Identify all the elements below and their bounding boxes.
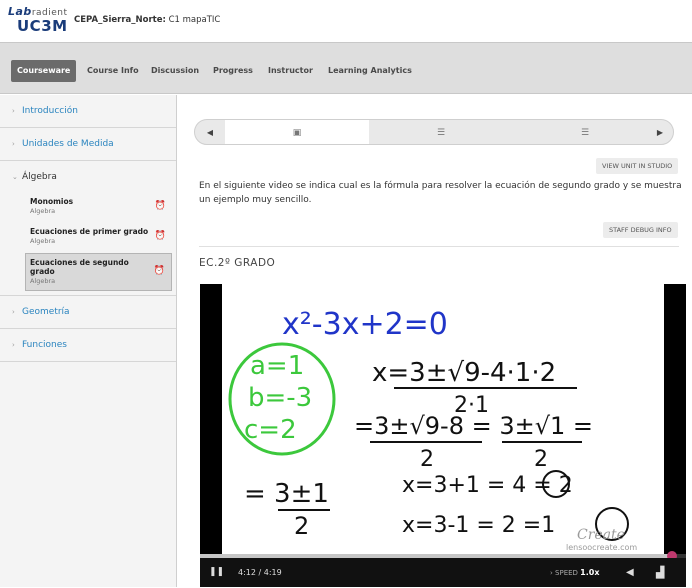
video-controls: ❚❚ 4:12 / 4:19 › SPEED 1.0x ◀ ▟ (200, 558, 686, 587)
site-header: Labradient UC3M CEPA_Sierra_Norte: C1 ma… (0, 0, 692, 42)
tab-discussion[interactable]: Discussion (145, 60, 205, 82)
sidebar-section-label: Funciones (22, 340, 67, 350)
sidebar-section-algebra: ⌄ Álgebra Monomios Algebra ⏰ Ecuaciones … (0, 161, 176, 296)
fullscreen-icon[interactable]: ▟ (656, 558, 664, 587)
sidebar-section-label: Álgebra (22, 172, 57, 182)
equation-top: x²-3x+2=0 (282, 307, 448, 342)
sequence-tab-text-1[interactable]: ☰ (369, 120, 513, 144)
tab-instructor[interactable]: Instructor (262, 60, 319, 82)
sidebar-item-title: Ecuaciones de primer grado (30, 227, 149, 236)
sidebar-section-header[interactable]: › Funciones (0, 329, 176, 361)
coef-a: a=1 (250, 351, 304, 381)
formula-line-1: x=3±√9-4·1·2 (372, 358, 556, 388)
chevron-right-icon: › (12, 341, 15, 349)
text-document-icon: ☰ (580, 128, 590, 138)
speed-control[interactable]: › SPEED 1.0x (550, 558, 600, 587)
unit-title: EC.2º GRADO (199, 257, 276, 269)
sequence-tab-text-2[interactable]: ☰ (513, 120, 657, 144)
logo-text-uc3m: UC3M (17, 17, 68, 35)
sidebar-section-header[interactable]: › Geometría (0, 296, 176, 328)
formula-denominator: 2 (420, 447, 434, 472)
sequence-next-button[interactable]: ▶ (645, 120, 673, 144)
alarm-clock-icon: ⏰ (154, 201, 166, 211)
divider (199, 246, 679, 247)
sidebar-item-subtitle: Algebra (30, 277, 56, 285)
chevron-right-icon: › (12, 308, 15, 316)
speed-value: 1.0x (580, 568, 600, 577)
unit-description: En el siguiente video se indica cual es … (199, 181, 682, 205)
sequence-prev-button[interactable]: ◀ (195, 120, 225, 144)
speed-label: SPEED (555, 569, 578, 577)
video-frame[interactable]: x²-3x+2=0 a=1 b=-3 c=2 x=3±√9-4·1·2 2·1 … (222, 284, 664, 554)
coef-c: c=2 (244, 415, 297, 445)
volume-icon[interactable]: ◀ (626, 558, 634, 587)
chevron-right-icon: › (12, 140, 15, 148)
video-player[interactable]: x²-3x+2=0 a=1 b=-3 c=2 x=3±√9-4·1·2 2·1 … (200, 284, 686, 587)
tab-courseware[interactable]: Courseware (11, 60, 77, 82)
sidebar-section-funciones: › Funciones (0, 329, 176, 362)
video-icon: ▣ (292, 128, 302, 138)
whiteboard-drawing: x²-3x+2=0 a=1 b=-3 c=2 x=3±√9-4·1·2 2·1 … (228, 307, 637, 552)
formula-line-3: = 3±1 (244, 479, 329, 509)
tab-progress[interactable]: Progress (207, 60, 259, 82)
sidebar-section-header[interactable]: › Unidades de Medida (0, 128, 176, 160)
sidebar-section-header[interactable]: › Introducción (0, 95, 176, 127)
pause-button[interactable]: ❚❚ (209, 558, 224, 587)
alarm-clock-icon: ⏰ (154, 231, 166, 241)
solution-2: x=3-1 = 2 =1 (402, 513, 555, 538)
watermark-url: lensoocreate.com (566, 543, 637, 552)
sidebar-item-title: Ecuaciones de segundo grado (30, 258, 129, 276)
sidebar-item-subtitle: Algebra (30, 237, 56, 245)
watermark-logo: Create (577, 527, 625, 543)
sequence-tab-video[interactable]: ▣ (225, 120, 369, 144)
course-nav: Courseware Course Info Discussion Progre… (0, 42, 692, 94)
sidebar-item-monomios[interactable]: Monomios Algebra ⏰ (26, 193, 172, 223)
sidebar-section-label: Geometría (22, 307, 70, 317)
formula-line-2: =3±√9-8 = 3±√1 = (354, 412, 593, 440)
course-org: CEPA_Sierra_Norte: (74, 15, 166, 25)
sidebar-section-unidades: › Unidades de Medida (0, 128, 176, 161)
sidebar-section-header[interactable]: ⌄ Álgebra (0, 161, 176, 193)
alarm-clock-icon: ⏰ (153, 266, 165, 276)
unit-content: ◀ ▣ ☰ ☰ ▶ VIEW UNIT IN STUDIO En el sigu… (178, 95, 692, 587)
course-sidebar: › Introducción › Unidades de Medida ⌄ Ál… (0, 95, 177, 587)
sidebar-section-label: Unidades de Medida (22, 139, 114, 149)
sidebar-item-primer-grado[interactable]: Ecuaciones de primer grado Algebra ⏰ (26, 223, 172, 253)
labgradient-logo[interactable]: Labradient UC3M (8, 5, 68, 37)
staff-debug-info-button[interactable]: STAFF DEBUG INFO (603, 222, 678, 238)
chevron-down-icon: ⌄ (12, 173, 18, 181)
course-title: CEPA_Sierra_Norte: C1 mapaTIC (74, 15, 220, 25)
sequence-nav: ◀ ▣ ☰ ☰ ▶ (194, 119, 674, 145)
video-time: 4:12 / 4:19 (238, 568, 282, 577)
formula-denominator: 2 (294, 512, 309, 540)
coef-b: b=-3 (248, 383, 312, 413)
view-unit-in-studio-button[interactable]: VIEW UNIT IN STUDIO (596, 158, 679, 174)
chevron-right-icon: › (12, 107, 15, 115)
sidebar-item-title: Monomios (30, 197, 74, 206)
sidebar-section-label: Introducción (22, 106, 78, 116)
sidebar-section-geometria: › Geometría (0, 296, 176, 329)
tab-learning-analytics[interactable]: Learning Analytics (322, 60, 418, 82)
sidebar-item-subtitle: Algebra (30, 207, 56, 215)
tab-course-info[interactable]: Course Info (81, 60, 145, 82)
text-document-icon: ☰ (436, 128, 446, 138)
sidebar-item-segundo-grado[interactable]: Ecuaciones de segundo grado Algebra ⏰ (25, 253, 172, 291)
sidebar-section-introduccion: › Introducción (0, 95, 176, 128)
formula-denominator: 2 (534, 447, 548, 472)
course-name: C1 mapaTIC (168, 15, 221, 25)
